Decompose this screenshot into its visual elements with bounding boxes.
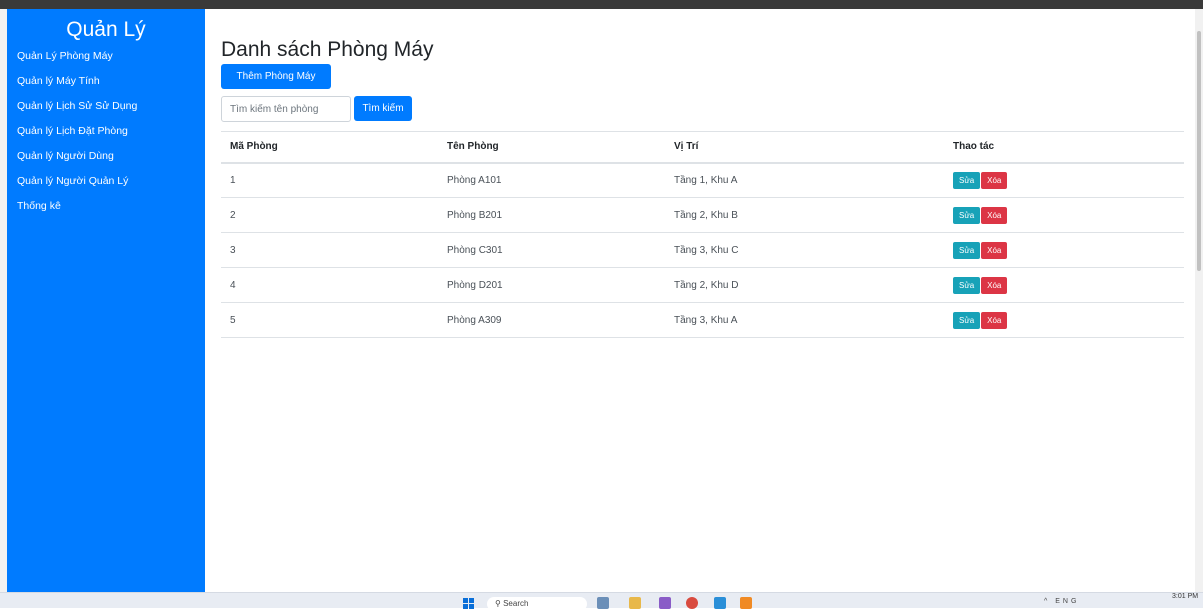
header-actions: Thao tác — [944, 131, 1184, 164]
delete-button[interactable]: Xóa — [981, 171, 1008, 189]
sidebar-item-nguoi-dung[interactable]: Quản lý Người Dùng — [7, 144, 205, 169]
windows-start-icon[interactable] — [463, 598, 475, 610]
main-content: Danh sách Phòng Máy Thêm Phòng Máy Tìm k… — [205, 9, 1195, 592]
scrollbar-thumb[interactable] — [1197, 31, 1201, 271]
header-room-name: Tên Phòng — [438, 131, 665, 164]
cell-location: Tầng 3, Khu A — [665, 302, 944, 338]
chrome-icon[interactable] — [686, 597, 698, 609]
cell-room-id: 1 — [221, 162, 438, 198]
delete-button[interactable]: Xóa — [981, 206, 1008, 224]
table-row: 4 Phòng D201 Tầng 2, Khu D Sửa Xóa — [221, 267, 1184, 303]
header-room-id: Mã Phòng — [221, 131, 438, 164]
bookmarks-bar — [0, 0, 1203, 9]
sidebar-item-lich-dat-phong[interactable]: Quản lý Lịch Đặt Phòng — [7, 119, 205, 144]
room-table: Mã Phòng Tên Phòng Vị Trí Thao tác 1 Phò… — [221, 131, 1184, 338]
cell-room-name: Phòng D201 — [438, 267, 665, 303]
cell-room-id: 3 — [221, 232, 438, 268]
add-room-button[interactable]: Thêm Phòng Máy — [221, 64, 331, 89]
cell-location: Tầng 2, Khu D — [665, 267, 944, 303]
cell-actions: Sửa Xóa — [944, 162, 1184, 198]
cell-room-name: Phòng A101 — [438, 162, 665, 198]
widgets-icon[interactable] — [597, 597, 609, 609]
cell-location: Tầng 3, Khu C — [665, 232, 944, 268]
taskbar-search-label: Search — [503, 599, 529, 608]
cell-room-name: Phòng A309 — [438, 302, 665, 338]
taskbar: ⚲ Search ^ ENG 3:01 PM — [0, 592, 1203, 611]
edit-button[interactable]: Sửa — [953, 241, 981, 259]
cell-actions: Sửa Xóa — [944, 302, 1184, 338]
search-icon: ⚲ — [495, 599, 504, 608]
taskbar-search[interactable]: ⚲ Search — [487, 597, 587, 611]
sidebar-item-thong-ke[interactable]: Thống kê — [7, 194, 205, 219]
cell-room-id: 4 — [221, 267, 438, 303]
cell-actions: Sửa Xóa — [944, 197, 1184, 233]
cell-location: Tầng 2, Khu B — [665, 197, 944, 233]
sidebar-title: Quản Lý — [66, 18, 146, 41]
sidebar-item-phong-may[interactable]: Quản Lý Phòng Máy — [7, 44, 205, 69]
visual-studio-icon[interactable] — [659, 597, 671, 609]
sidebar-item-may-tinh[interactable]: Quản lý Máy Tính — [7, 69, 205, 94]
sidebar-nav: Quản Lý Phòng Máy Quản lý Máy Tính Quản … — [7, 44, 205, 219]
sidebar-item-lich-su-su-dung[interactable]: Quản lý Lịch Sử Sử Dụng — [7, 94, 205, 119]
sidebar: Quản Lý Quản Lý Phòng Máy Quản lý Máy Tí… — [7, 9, 205, 592]
system-tray[interactable]: ^ ENG — [1044, 598, 1079, 605]
header-location: Vị Trí — [665, 131, 944, 164]
cell-room-id: 5 — [221, 302, 438, 338]
file-explorer-icon[interactable] — [629, 597, 641, 609]
edit-button[interactable]: Sửa — [953, 276, 981, 294]
table-row: 3 Phòng C301 Tầng 3, Khu C Sửa Xóa — [221, 232, 1184, 268]
cell-location: Tầng 1, Khu A — [665, 162, 944, 198]
window-left-edge — [0, 9, 7, 592]
app-orange-icon[interactable] — [740, 597, 752, 609]
edit-button[interactable]: Sửa — [953, 206, 981, 224]
table-row: 2 Phòng B201 Tầng 2, Khu B Sửa Xóa — [221, 197, 1184, 233]
cell-room-id: 2 — [221, 197, 438, 233]
table-row: 1 Phòng A101 Tầng 1, Khu A Sửa Xóa — [221, 162, 1184, 198]
delete-button[interactable]: Xóa — [981, 241, 1008, 259]
cell-actions: Sửa Xóa — [944, 267, 1184, 303]
page-title: Danh sách Phòng Máy — [221, 38, 434, 61]
sidebar-item-nguoi-quan-ly[interactable]: Quản lý Người Quản Lý — [7, 169, 205, 194]
chevron-up-icon[interactable]: ^ — [1044, 598, 1050, 605]
cell-room-name: Phòng B201 — [438, 197, 665, 233]
vscode-icon[interactable] — [714, 597, 726, 609]
table-header-row: Mã Phòng Tên Phòng Vị Trí Thao tác — [221, 131, 1184, 164]
edit-button[interactable]: Sửa — [953, 311, 981, 329]
delete-button[interactable]: Xóa — [981, 276, 1008, 294]
tray-language[interactable]: ENG — [1055, 598, 1079, 605]
search-input[interactable] — [221, 96, 351, 122]
page-scrollbar[interactable] — [1195, 9, 1203, 592]
cell-room-name: Phòng C301 — [438, 232, 665, 268]
table-row: 5 Phòng A309 Tầng 3, Khu A Sửa Xóa — [221, 302, 1184, 338]
delete-button[interactable]: Xóa — [981, 311, 1008, 329]
cell-actions: Sửa Xóa — [944, 232, 1184, 268]
edit-button[interactable]: Sửa — [953, 171, 981, 189]
taskbar-clock[interactable]: 3:01 PM — [1172, 593, 1198, 600]
search-button[interactable]: Tìm kiếm — [354, 96, 412, 121]
